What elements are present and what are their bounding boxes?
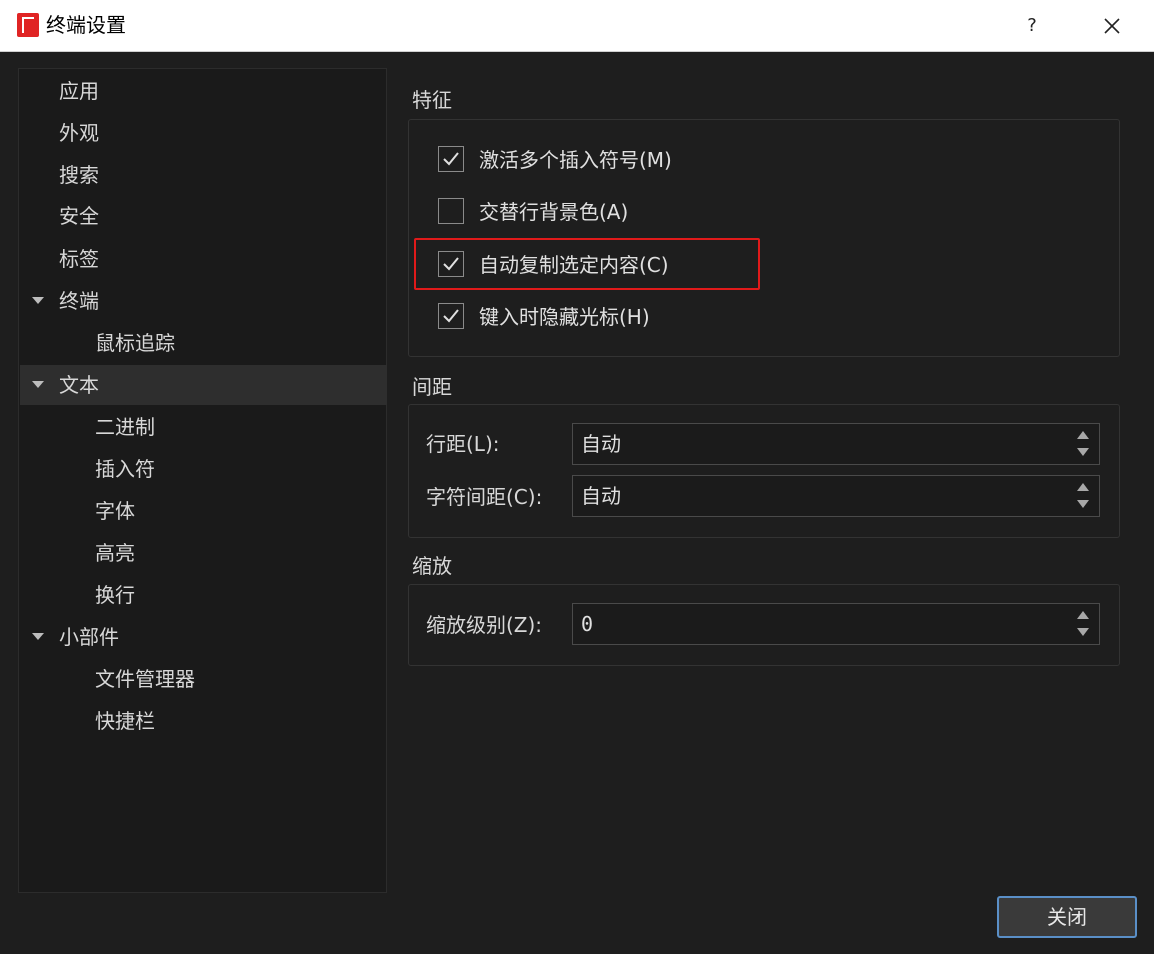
close-icon	[1104, 18, 1120, 34]
sidebar-item-shortcut-bar[interactable]: 快捷栏	[20, 701, 387, 741]
sidebar-item-highlight[interactable]: 高亮	[20, 533, 387, 573]
spin-down-icon[interactable]	[1077, 448, 1089, 456]
checkbox-box[interactable]	[438, 198, 464, 224]
sidebar-item-search[interactable]: 搜索	[20, 155, 387, 195]
zoom-level-spinbox[interactable]: 0	[572, 603, 1100, 645]
sidebar-item-appearance[interactable]: 外观	[20, 113, 387, 153]
spin-down-icon[interactable]	[1077, 628, 1089, 636]
sidebar-item-font[interactable]: 字体	[20, 491, 387, 531]
zoom-title: 缩放	[412, 554, 452, 578]
line-spacing-spinbox[interactable]: 自动	[572, 423, 1100, 465]
sidebar-item-wrap[interactable]: 换行	[20, 575, 387, 615]
line-spacing-label: 行距(L):	[426, 432, 500, 456]
sidebar-item-binary[interactable]: 二进制	[20, 407, 387, 447]
expand-caret-icon[interactable]	[32, 633, 44, 640]
sidebar-item-widgets[interactable]: 小部件	[20, 617, 387, 657]
checkbox-box[interactable]	[438, 146, 464, 172]
checkmark-icon	[443, 152, 459, 166]
sidebar-item-mouse-tracking[interactable]: 鼠标追踪	[20, 323, 387, 363]
sidebar-item-app[interactable]: 应用	[20, 71, 387, 111]
checkbox-box[interactable]	[438, 303, 464, 329]
checkmark-icon	[443, 309, 459, 323]
spin-up-icon[interactable]	[1077, 431, 1089, 439]
checkbox-label: 交替行背景色(A)	[479, 200, 629, 224]
zoom-level-value[interactable]: 0	[581, 610, 593, 638]
features-title: 特征	[412, 88, 452, 112]
expand-caret-icon[interactable]	[32, 381, 44, 388]
sidebar-item-terminal[interactable]: 终端	[20, 281, 387, 321]
highlight-annotation-box	[414, 238, 760, 290]
checkbox-label: 激活多个插入符号(M)	[479, 148, 672, 172]
app-logo-icon	[15, 12, 41, 38]
sidebar-item-file-manager[interactable]: 文件管理器	[20, 659, 387, 699]
sidebar-item-text[interactable]: 文本	[20, 365, 387, 405]
zoom-level-label: 缩放级别(Z):	[426, 613, 543, 637]
line-spacing-value[interactable]: 自动	[581, 430, 621, 458]
close-button[interactable]: 关闭	[997, 896, 1137, 938]
char-spacing-spinbox[interactable]: 自动	[572, 475, 1100, 517]
window-close-button[interactable]	[1090, 8, 1134, 44]
help-button[interactable]: ?	[1010, 8, 1054, 44]
spacing-title: 间距	[412, 375, 452, 399]
char-spacing-value[interactable]: 自动	[581, 482, 621, 510]
settings-tree[interactable]: 应用 外观 搜索 安全 标签 终端 鼠标追踪 文本 二进制 插入符 字体 高亮 …	[18, 68, 387, 893]
sidebar-item-security[interactable]: 安全	[20, 196, 387, 236]
char-spacing-label: 字符间距(C):	[426, 485, 543, 509]
sidebar-item-caret[interactable]: 插入符	[20, 449, 387, 489]
window-title: 终端设置	[46, 13, 126, 37]
spin-up-icon[interactable]	[1077, 611, 1089, 619]
checkbox-label: 键入时隐藏光标(H)	[479, 305, 650, 329]
sidebar-item-tabs[interactable]: 标签	[20, 239, 387, 279]
title-bar: 终端设置 ?	[0, 0, 1154, 52]
spin-down-icon[interactable]	[1077, 500, 1089, 508]
expand-caret-icon[interactable]	[32, 297, 44, 304]
spin-up-icon[interactable]	[1077, 483, 1089, 491]
